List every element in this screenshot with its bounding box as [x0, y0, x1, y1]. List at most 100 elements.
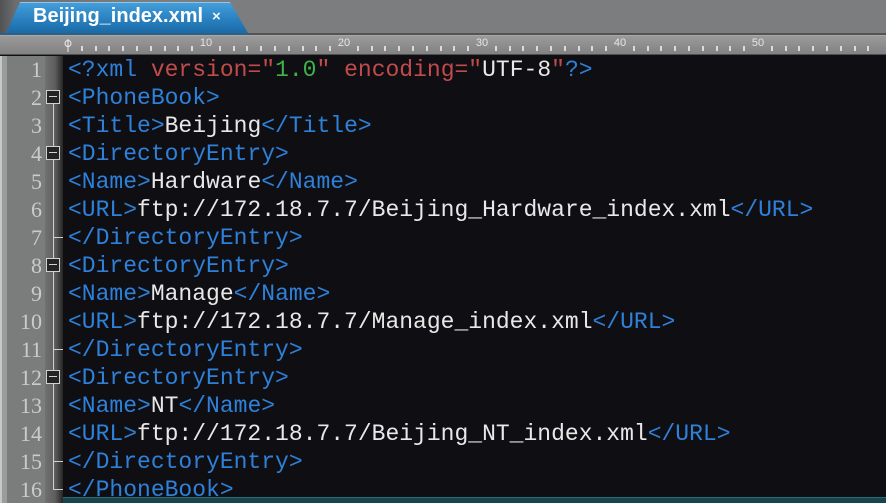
fold-margin[interactable]: [45, 112, 63, 140]
code-line[interactable]: 6 <URL>ftp://172.18.7.7/Beijing_Hardware_…: [0, 196, 886, 224]
fold-toggle-icon[interactable]: [46, 370, 60, 384]
code-segment-txt: ftp://172.18.7.7/Beijing_Hardware_index.…: [137, 197, 731, 223]
line-number: 8: [7, 252, 45, 280]
code-line[interactable]: 15</DirectoryEntry>: [0, 448, 886, 476]
fold-guide-line: [53, 112, 54, 126]
fold-margin[interactable]: [45, 420, 63, 448]
line-number: 15: [7, 448, 45, 476]
code-segment-tag: <DirectoryEntry>: [68, 141, 289, 167]
code-line[interactable]: 8 <DirectoryEntry>: [0, 252, 886, 280]
fold-guide-line: [53, 420, 54, 434]
gutter-edge-strip: [0, 280, 7, 308]
fold-margin[interactable]: [45, 196, 63, 224]
code-text: <DirectoryEntry>: [63, 252, 886, 280]
gutter-edge-strip: [0, 392, 7, 420]
code-text: <URL>ftp://172.18.7.7/Manage_index.xml</…: [63, 308, 886, 336]
column-ruler: 1020304050: [0, 35, 886, 55]
code-text: <Name>NT</Name>: [63, 392, 886, 420]
code-line[interactable]: 13 <Name>NT</Name>: [0, 392, 886, 420]
tab-bar: Beijing_index.xml ×: [0, 0, 886, 33]
gutter-edge-strip: [0, 448, 7, 476]
code-segment-tag: <Name>: [68, 169, 151, 195]
code-line[interactable]: 5<Name>Hardware</Name>: [0, 168, 886, 196]
gutter-edge-strip: [0, 308, 7, 336]
ruler-tick: [440, 46, 442, 51]
fold-margin[interactable]: [45, 476, 63, 503]
code-text: <Name>Manage</Name>: [63, 280, 886, 308]
fold-guide-line: [53, 406, 54, 420]
ruler-tick: [177, 46, 179, 51]
fold-margin[interactable]: [45, 336, 63, 364]
fold-margin[interactable]: [45, 364, 63, 392]
code-segment-tag: <URL>: [68, 309, 137, 335]
code-segment-attr: version=″: [151, 57, 275, 83]
ruler-tick: [702, 46, 704, 51]
code-segment-tag: <URL>: [68, 197, 137, 223]
fold-margin[interactable]: [45, 308, 63, 336]
code-text: </DirectoryEntry>: [63, 224, 886, 252]
ruler-tick: [219, 46, 221, 51]
code-line[interactable]: 7</DirectoryEntry>: [0, 224, 886, 252]
tab-close-icon[interactable]: ×: [212, 8, 221, 25]
line-number: 6: [7, 196, 45, 224]
ruler-origin-marker: [68, 39, 69, 52]
code-segment-tag: </Title>: [261, 113, 371, 139]
ruler-tick: [674, 46, 676, 51]
line-number: 4: [7, 140, 45, 168]
fold-toggle-icon[interactable]: [46, 146, 60, 160]
ruler-number: 30: [476, 37, 488, 49]
current-line-highlight: [63, 497, 886, 503]
fold-guide-line: [53, 126, 54, 140]
line-number: 11: [7, 336, 45, 364]
fold-margin[interactable]: [45, 56, 63, 84]
code-line[interactable]: 10 <URL>ftp://172.18.7.7/Manage_index.xml…: [0, 308, 886, 336]
fold-margin[interactable]: [45, 84, 63, 112]
fold-margin[interactable]: [45, 392, 63, 420]
tab-beijing-index-xml[interactable]: Beijing_index.xml ×: [6, 2, 248, 33]
ruler-tick: [246, 46, 248, 51]
code-text: <?xml version=″1.0″ encoding=″UTF-8″?>: [63, 56, 886, 84]
ruler-tick: [578, 46, 580, 51]
code-segment-tag: </Name>: [234, 281, 331, 307]
fold-margin[interactable]: [45, 252, 63, 280]
code-editor[interactable]: 1<?xml version=″1.0″ encoding=″UTF-8″?>2…: [0, 56, 886, 503]
code-text: <PhoneBook>: [63, 84, 886, 112]
fold-margin[interactable]: [45, 224, 63, 252]
code-segment-tag: <DirectoryEntry>: [68, 253, 289, 279]
code-line[interactable]: 2<PhoneBook>: [0, 84, 886, 112]
code-segment-tag: <URL>: [68, 421, 137, 447]
ruler-number: 10: [200, 37, 212, 49]
ruler-tick: [122, 46, 124, 51]
fold-guide-line: [53, 196, 54, 210]
gutter-edge-strip: [0, 364, 7, 392]
fold-margin[interactable]: [45, 140, 63, 168]
code-line[interactable]: 1<?xml version=″1.0″ encoding=″UTF-8″?>: [0, 56, 886, 84]
code-line[interactable]: 4 <DirectoryEntry>: [0, 140, 886, 168]
code-line[interactable]: 11 </DirectoryEntry>: [0, 336, 886, 364]
code-segment-tag: <PhoneBook>: [68, 85, 220, 111]
line-number: 10: [7, 308, 45, 336]
fold-toggle-icon[interactable]: [46, 90, 60, 104]
code-segment-tag: </DirectoryEntry>: [68, 337, 303, 363]
fold-toggle-icon[interactable]: [46, 258, 60, 272]
ruler-tick: [522, 46, 524, 51]
code-line[interactable]: 12<DirectoryEntry>: [0, 364, 886, 392]
code-segment-attr: ″: [551, 57, 565, 83]
code-line[interactable]: 3<Title>Beijing</Title>: [0, 112, 886, 140]
ruler-tick: [798, 46, 800, 51]
code-segment-tag: </DirectoryEntry>: [68, 225, 303, 251]
code-segment-txt: Manage: [151, 281, 234, 307]
ruler-tick: [95, 46, 97, 51]
code-line[interactable]: 9<Name>Manage</Name>: [0, 280, 886, 308]
gutter-edge-strip: [0, 112, 7, 140]
fold-margin[interactable]: [45, 280, 63, 308]
fold-guide-line: [53, 489, 63, 490]
fold-margin[interactable]: [45, 448, 63, 476]
ruler-tick: [357, 46, 359, 51]
ruler-tick: [564, 46, 566, 51]
ruler-tick: [384, 46, 386, 51]
line-number: 13: [7, 392, 45, 420]
fold-margin[interactable]: [45, 168, 63, 196]
gutter-edge-strip: [0, 140, 7, 168]
code-line[interactable]: 14<URL>ftp://172.18.7.7/Beijing_NT_index…: [0, 420, 886, 448]
